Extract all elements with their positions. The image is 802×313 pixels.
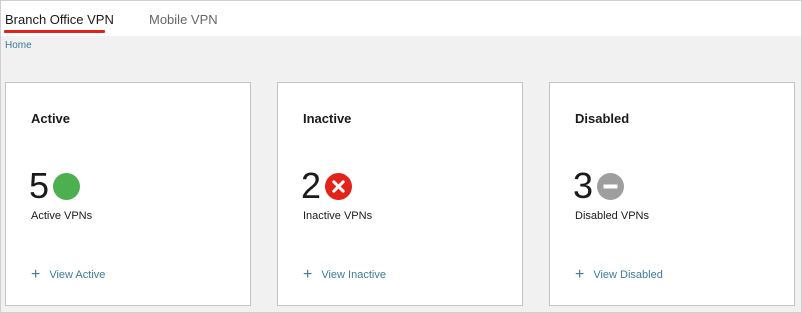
view-inactive-link[interactable]: + View Inactive (303, 266, 386, 283)
view-disabled-link[interactable]: + View Disabled (575, 266, 663, 283)
card-title: Active (31, 111, 71, 126)
card-inactive: Inactive 2 Inactive VPNs + View Inactive (277, 82, 523, 306)
vpn-dashboard: Branch Office VPN Mobile VPN Home Active… (0, 0, 802, 313)
active-tab-indicator (4, 30, 105, 33)
link-label: View Inactive (321, 269, 386, 281)
inactive-vpn-count: 2 (301, 165, 322, 206)
count-row: 2 (301, 165, 353, 206)
card-subtitle: Inactive VPNs (303, 210, 373, 222)
tab-bar: Branch Office VPN Mobile VPN (1, 1, 801, 36)
active-vpn-count: 5 (29, 165, 50, 206)
active-status-icon (53, 172, 81, 200)
card-active: Active 5 Active VPNs + View Active (5, 82, 251, 306)
breadcrumb-home[interactable]: Home (5, 40, 32, 51)
count-row: 3 (573, 165, 625, 206)
disabled-vpn-count: 3 (573, 165, 594, 206)
tab-mobile-vpn[interactable]: Mobile VPN (149, 12, 218, 27)
plus-icon: + (303, 266, 313, 283)
card-subtitle: Active VPNs (31, 210, 93, 222)
link-label: View Active (49, 269, 106, 281)
tab-branch-office-vpn[interactable]: Branch Office VPN (5, 12, 114, 27)
plus-icon: + (31, 266, 41, 283)
card-subtitle: Disabled VPNs (575, 210, 649, 222)
x-circle-icon (325, 172, 353, 200)
minus-circle-icon (597, 172, 625, 200)
card-title: Disabled (575, 111, 630, 126)
plus-icon: + (575, 266, 585, 283)
view-active-link[interactable]: + View Active (31, 266, 106, 283)
card-disabled: Disabled 3 Disabled VPNs + View Disabled (549, 82, 795, 306)
card-title: Inactive (303, 111, 352, 126)
count-row: 5 (29, 165, 81, 206)
link-label: View Disabled (593, 269, 663, 281)
